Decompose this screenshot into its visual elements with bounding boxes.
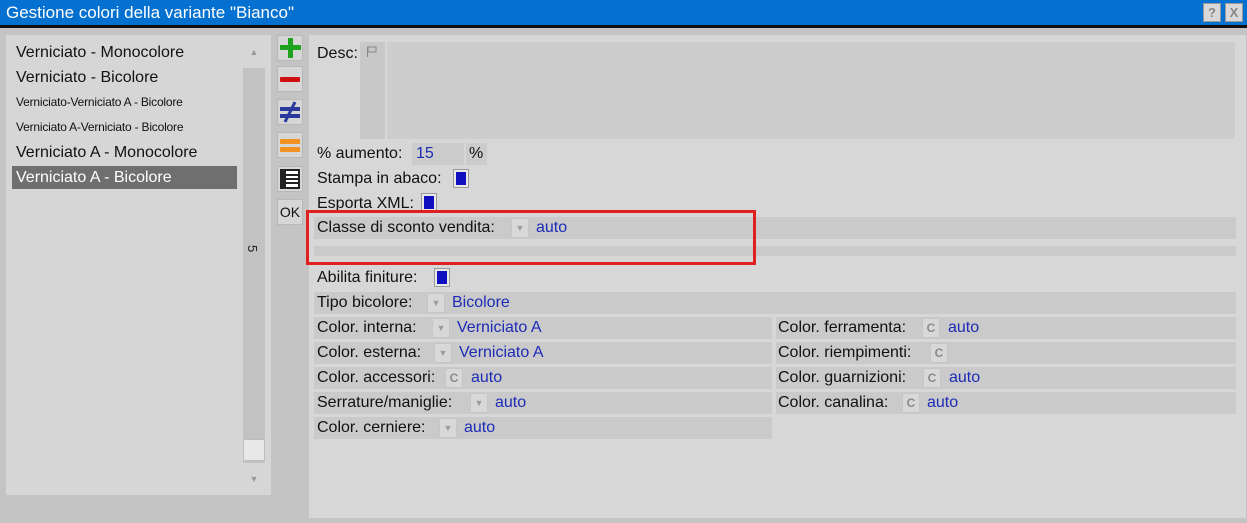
flag-icon[interactable] [365,45,379,59]
color-riempimenti-c-button[interactable]: C [930,343,948,363]
variant-list-panel: Verniciato - Monocolore Verniciato - Bic… [6,35,271,495]
list-item[interactable]: Verniciato-Verniciato A - Bicolore [12,91,237,114]
list-item-selected[interactable]: Verniciato A - Bicolore [12,166,237,189]
color-ferramenta-label: Color. ferramenta: [778,319,907,336]
remove-icon [280,77,300,82]
scroll-position-label: 5 [245,245,260,253]
tipo-bicolore-label: Tipo bicolore: [317,294,413,311]
color-ferramenta-c-button[interactable]: C [922,318,940,338]
remove-button[interactable] [277,66,303,92]
color-guarnizioni-value[interactable]: auto [949,367,980,389]
window-title: Gestione colori della variante "Bianco" [6,3,295,22]
desc-textarea[interactable] [387,42,1235,139]
color-interna-label: Color. interna: [317,319,417,336]
close-button[interactable]: X [1225,3,1243,22]
color-cerniere-dropdown-icon[interactable]: ▼ [439,418,457,438]
add-icon [280,38,301,58]
color-riempimenti-label: Color. riempimenti: [778,344,912,361]
tipo-bicolore-dropdown-icon[interactable]: ▼ [427,293,445,313]
scroll-down-icon[interactable]: ▼ [243,474,265,484]
color-esterna-label: Color. esterna: [317,344,422,361]
color-esterna-value[interactable]: Verniciato A [459,342,544,364]
scrollbar-thumb[interactable] [243,439,265,461]
list-item[interactable]: Verniciato - Bicolore [12,66,237,89]
serrature-dropdown-icon[interactable]: ▼ [470,393,488,413]
title-bar: Gestione colori della variante "Bianco" … [0,0,1247,28]
abilita-label: Abilita finiture: [317,269,418,286]
color-guarnizioni-c-button[interactable]: C [923,368,941,388]
percent-unit-box: % [466,143,487,165]
percent-value: 15 [416,145,434,162]
color-canalina-value[interactable]: auto [927,392,958,414]
list-item[interactable]: Verniciato A - Monocolore [12,141,237,164]
color-cerniere-value[interactable]: auto [464,417,495,439]
list-item[interactable]: Verniciato A-Verniciato - Bicolore [12,116,237,139]
serrature-label: Serrature/maniglie: [317,394,453,411]
stampa-label: Stampa in abaco: [317,170,442,187]
form-panel: Desc: % aumento: 15 % Stampa in abaco: E… [309,35,1246,518]
stampa-checkbox[interactable] [454,170,468,187]
color-esterna-dropdown-icon[interactable]: ▼ [434,343,452,363]
not-equal-icon [280,101,300,123]
highlight-annotation [306,210,756,265]
percent-unit: % [469,145,484,162]
esporta-checkbox[interactable] [422,194,436,211]
color-ferramenta-value[interactable]: auto [948,317,979,339]
color-canalina-c-button[interactable]: C [902,393,920,413]
color-canalina-label: Color. canalina: [778,394,889,411]
table-icon [280,169,300,189]
color-accessori-label: Color. accessori: [317,369,436,386]
color-guarnizioni-label: Color. guarnizioni: [778,369,907,386]
abilita-checkbox[interactable] [435,269,449,286]
scrollbar-track[interactable] [243,68,265,463]
not-equal-button[interactable] [277,99,303,125]
color-cerniere-label: Color. cerniere: [317,419,426,436]
color-accessori-value[interactable]: auto [471,367,502,389]
percent-input[interactable]: 15 [412,143,464,165]
percent-label: % aumento: [317,145,403,162]
desc-label: Desc: [317,45,358,62]
equal-icon [280,139,300,152]
color-accessori-c-button[interactable]: C [445,368,463,388]
help-button[interactable]: ? [1203,3,1221,22]
list-item[interactable]: Verniciato - Monocolore [12,41,237,64]
serrature-value[interactable]: auto [495,392,526,414]
ok-button[interactable]: OK [277,199,303,225]
tipo-bicolore-value[interactable]: Bicolore [452,292,510,314]
equal-button[interactable] [277,132,303,158]
add-button[interactable] [277,35,303,61]
color-interna-dropdown-icon[interactable]: ▼ [432,318,450,338]
desc-flag-column [360,42,385,139]
color-interna-value[interactable]: Verniciato A [457,317,542,339]
table-button[interactable] [277,166,303,192]
scroll-up-icon[interactable]: ▲ [243,47,265,57]
